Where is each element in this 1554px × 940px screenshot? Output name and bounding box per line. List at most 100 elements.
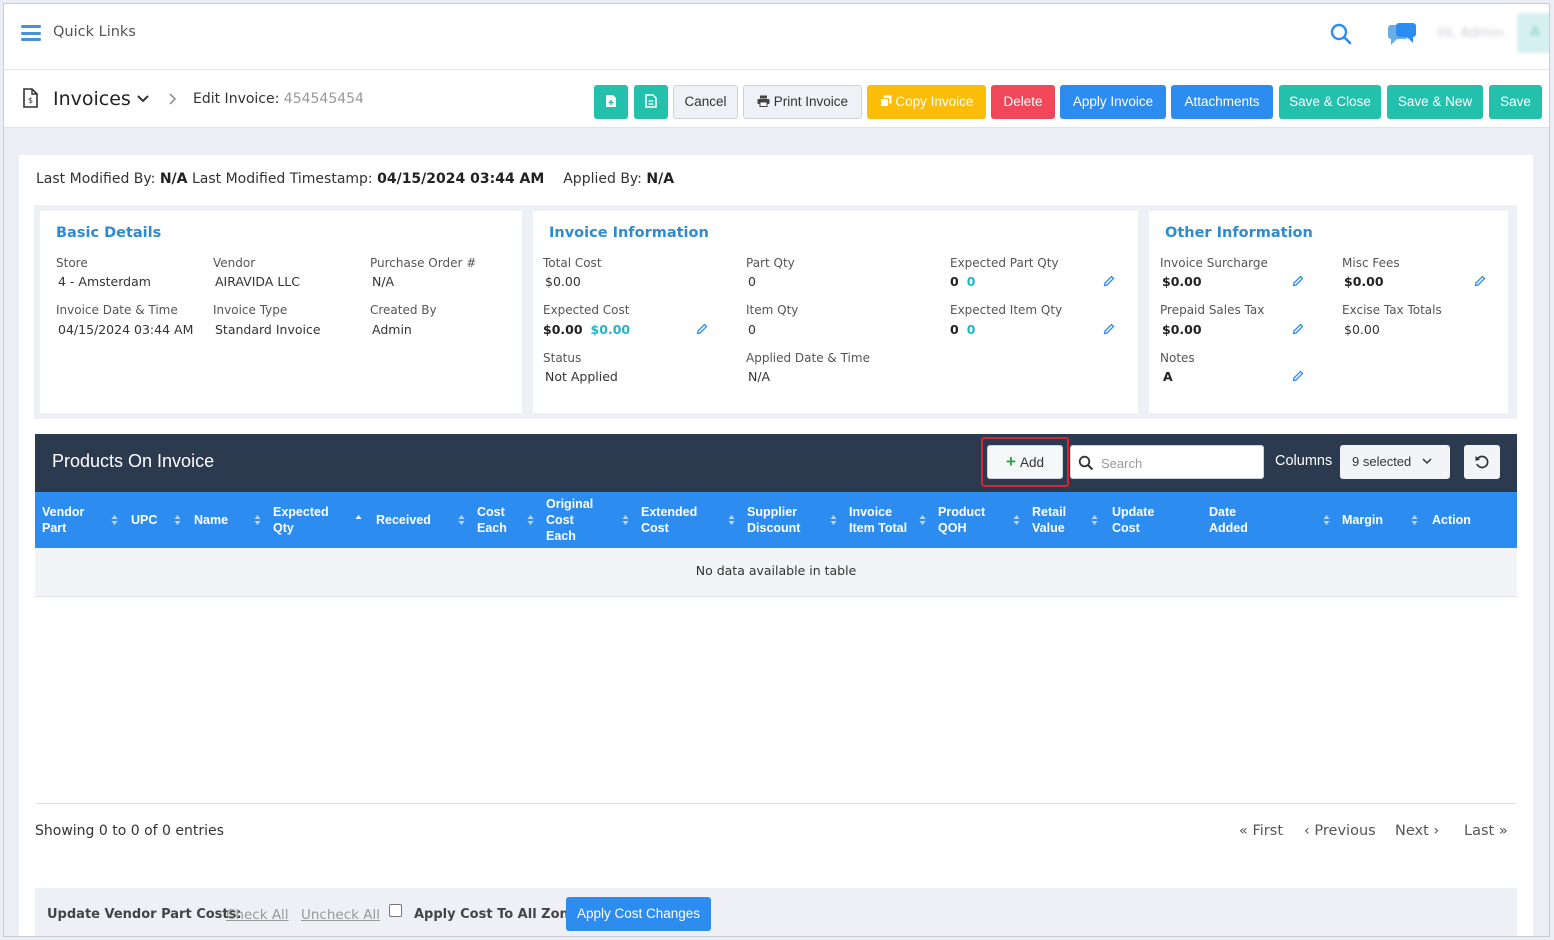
chevron-down-icon[interactable] (136, 94, 150, 104)
save-close-button[interactable]: Save & Close (1279, 85, 1381, 119)
reset-columns-button[interactable] (1464, 445, 1500, 479)
copy-invoice-button[interactable]: Copy Invoice (867, 85, 986, 119)
edit-pencil-icon[interactable] (696, 323, 708, 335)
save-new-button[interactable]: Save & New (1387, 85, 1483, 119)
edit-pencil-icon[interactable] (1103, 275, 1115, 287)
pager-next[interactable]: Next › (1395, 823, 1439, 839)
notes-label: Notes (1160, 351, 1195, 365)
save-button[interactable]: Save (1489, 85, 1542, 119)
col-retail-value[interactable]: Retail Value (1032, 492, 1082, 548)
pager-previous[interactable]: ‹ Previous (1304, 823, 1376, 839)
sort-icon[interactable] (1013, 514, 1020, 526)
edit-pencil-icon[interactable] (1292, 323, 1304, 335)
sort-icon[interactable] (919, 514, 926, 526)
col-update-cost[interactable]: Update Cost (1112, 492, 1172, 548)
sort-icon[interactable] (174, 514, 181, 526)
divider (35, 803, 1517, 804)
check-all-link[interactable]: Check All (226, 907, 289, 923)
new-document-button[interactable] (594, 85, 628, 119)
apply-zone-checkbox[interactable] (389, 904, 402, 917)
edit-pencil-icon[interactable] (1474, 275, 1486, 287)
pager-first[interactable]: « First (1239, 823, 1283, 839)
uncheck-all-link[interactable]: Uncheck All (301, 907, 380, 923)
part-qty-label: Part Qty (746, 256, 795, 270)
view-document-button[interactable] (634, 85, 668, 119)
col-original-cost-each[interactable]: Original Cost Each (546, 492, 606, 548)
sort-icon[interactable] (728, 514, 735, 526)
col-product-qoh[interactable]: Product QOH (938, 492, 998, 548)
pager-previous-label: Previous (1314, 823, 1376, 839)
applied-date-label: Applied Date & Time (746, 351, 870, 365)
columns-select[interactable]: 9 selected (1340, 445, 1450, 479)
col-margin[interactable]: Margin (1342, 492, 1402, 548)
sort-icon[interactable] (1411, 514, 1418, 526)
edit-pencil-icon[interactable] (1103, 323, 1115, 335)
surcharge-value: $0.00 (1162, 274, 1202, 289)
table-header: Vendor Part UPC Name Expected Qty Receiv… (35, 492, 1517, 548)
sort-icon[interactable] (458, 514, 465, 526)
col-invoice-item-total[interactable]: Invoice Item Total (849, 492, 909, 548)
search-icon[interactable] (1329, 22, 1353, 46)
other-information-title: Other Information (1165, 225, 1313, 241)
print-invoice-button[interactable]: Print Invoice (743, 85, 862, 119)
col-cost-each[interactable]: Cost Each (477, 492, 522, 548)
sort-icon[interactable] (111, 514, 118, 526)
total-cost-value: $0.00 (545, 274, 581, 289)
expected-part-qty-number: 0 (950, 274, 959, 289)
applied-by-label: Applied By: (563, 171, 642, 187)
invoice-number: 454545454 (283, 91, 364, 107)
col-expected-qty[interactable]: Expected Qty (273, 492, 343, 548)
sort-icon[interactable] (527, 514, 534, 526)
col-received[interactable]: Received (376, 492, 456, 548)
expected-item-qty-alt: 0 (966, 322, 976, 337)
sort-icon[interactable] (622, 514, 629, 526)
menu-icon[interactable] (21, 25, 41, 41)
store-value: 4 - Amsterdam (58, 274, 151, 289)
invoice-type-label: Invoice Type (213, 303, 288, 317)
other-information-card: Other Information Invoice Surcharge $0.0… (1149, 211, 1508, 413)
col-date-added[interactable]: Date Added (1209, 492, 1269, 548)
columns-label: Columns (1275, 453, 1333, 469)
sort-icon[interactable] (1323, 514, 1330, 526)
apply-invoice-button[interactable]: Apply Invoice (1060, 85, 1166, 119)
applied-by-value: N/A (646, 171, 675, 187)
product-search[interactable] (1070, 445, 1264, 479)
sort-icon[interactable] (830, 514, 837, 526)
svg-text:$: $ (28, 96, 33, 105)
col-extended-cost[interactable]: Extended Cost (641, 492, 711, 548)
col-vendor-part[interactable]: Vendor Part (42, 492, 102, 548)
sort-asc-icon[interactable] (355, 514, 362, 526)
col-upc[interactable]: UPC (131, 492, 176, 548)
avatar[interactable]: A (1517, 13, 1549, 53)
expected-part-qty-alt: 0 (966, 274, 976, 289)
add-product-button[interactable]: + Add (987, 445, 1063, 479)
col-supplier-discount[interactable]: Supplier Discount (747, 492, 817, 548)
sort-icon[interactable] (254, 514, 261, 526)
file-text-icon (645, 94, 657, 108)
edit-pencil-icon[interactable] (1292, 275, 1304, 287)
sort-icon[interactable] (1091, 514, 1098, 526)
po-label: Purchase Order # (370, 256, 477, 270)
edit-pencil-icon[interactable] (1292, 370, 1304, 382)
entries-info: Showing 0 to 0 of 0 entries (35, 823, 224, 839)
prepaid-tax-label: Prepaid Sales Tax (1160, 303, 1265, 317)
store-label: Store (56, 256, 88, 270)
status-value: Not Applied (545, 369, 618, 384)
undo-icon (1475, 455, 1489, 469)
quick-links-link[interactable]: Quick Links (53, 24, 136, 40)
pager-next-label: Next (1395, 823, 1429, 839)
search-input[interactable] (1101, 453, 1251, 473)
excise-tax-value: $0.00 (1344, 322, 1380, 337)
applied-date-value: N/A (748, 369, 771, 384)
chevron-right-icon: › (1433, 823, 1440, 839)
add-label: Add (1019, 455, 1044, 470)
cancel-button[interactable]: Cancel (673, 85, 738, 119)
pager-last[interactable]: Last » (1464, 823, 1508, 839)
expected-item-qty-label: Expected Item Qty (950, 303, 1063, 317)
chat-icon[interactable] (1387, 22, 1417, 46)
attachments-button[interactable]: Attachments (1171, 85, 1273, 119)
col-name[interactable]: Name (194, 492, 254, 548)
user-name[interactable]: Hi, Admin (1438, 25, 1504, 41)
apply-cost-changes-button[interactable]: Apply Cost Changes (566, 897, 711, 931)
delete-button[interactable]: Delete (991, 85, 1055, 119)
